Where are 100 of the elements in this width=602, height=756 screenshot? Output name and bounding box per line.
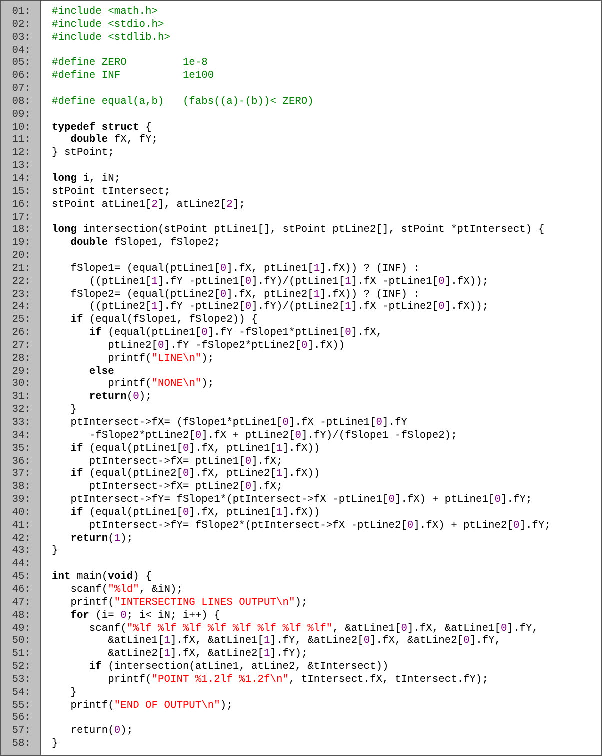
line-number: 30:: [11, 378, 32, 392]
code-line: #include <math.h>: [52, 6, 158, 18]
code-line: fSlope2= (equal(ptLine2[0].fX, ptLine2[1].fX)) ? (INF) :: [70, 288, 420, 301]
line-number: 02:: [11, 18, 32, 32]
line-number: 39:: [11, 494, 32, 507]
code-line: &atLine1[1].fX, &atLine1[1].fY, &atLine2[0].fX, &atLine2[0].fY,: [107, 635, 502, 648]
code-line: return(0);: [70, 725, 134, 738]
code-line: typedef struct {: [52, 122, 152, 134]
line-number: 14:: [11, 172, 32, 186]
code-line: printf("INTERSECTING LINES OUTPUT\n");: [70, 596, 308, 609]
line-number: 47:: [11, 596, 32, 610]
line-number: 17:: [11, 212, 32, 224]
code-line: ptIntersect->fX= ptLine1[0].fX;: [88, 456, 283, 468]
line-number: 10:: [11, 122, 32, 134]
code-line: #define INF 1e100: [52, 70, 214, 82]
code-line: printf("NONE\n");: [107, 378, 214, 390]
code-line: stPoint atLine1[2], atLine2[2];: [52, 198, 246, 211]
line-number: 36:: [11, 456, 32, 468]
line-number: 25:: [11, 314, 32, 328]
code-line: #define ZERO 1e-8: [52, 57, 208, 70]
line-number: 56:: [11, 712, 32, 726]
code-line: return(1);: [70, 532, 134, 545]
line-number: 15:: [11, 186, 32, 199]
line-number: 53:: [11, 674, 32, 687]
code-line: ptIntersect->fX= (fSlope1*ptLine1[0].fX -ptLine1[0].fY: [70, 417, 408, 429]
line-number: 18:: [11, 224, 32, 238]
line-number: 05:: [11, 57, 32, 70]
line-number: 52:: [11, 661, 32, 674]
code-line: printf("POINT %1.2lf %1.2f\n", tIntersect.fX, tIntersect.fY);: [107, 674, 489, 686]
line-number: 38:: [11, 481, 32, 494]
line-number: 51:: [11, 648, 32, 662]
code-line: return(0);: [88, 391, 152, 404]
code-line: ptIntersect->fX= ptLine2[0].fX;: [88, 481, 283, 494]
line-number: 03:: [11, 32, 32, 45]
line-number: 08:: [11, 96, 32, 109]
line-number: 31:: [11, 391, 32, 404]
code-line: #include <stdlib.h>: [52, 32, 170, 44]
code-line: if (equal(fSlope1, fSlope2)) {: [70, 314, 258, 326]
line-number: 29:: [11, 366, 32, 378]
line-number: 19:: [11, 237, 32, 250]
code-line: ptLine2[0].fY -fSlope2*ptLine2[0].fX)): [107, 340, 346, 352]
code-line: }: [70, 404, 77, 416]
line-number: 58:: [11, 738, 32, 751]
line-number: 07:: [11, 83, 32, 96]
code-line: for (i= 0; i< iN; i++) {: [70, 610, 220, 622]
line-number: 55:: [11, 700, 32, 712]
line-number: 28:: [11, 352, 32, 366]
line-number: 44:: [11, 558, 32, 572]
line-number: 32:: [11, 404, 32, 417]
line-number: 34:: [11, 430, 32, 443]
line-number: 46:: [11, 584, 32, 597]
code-line: long intersection(stPoint ptLine1[], stPoint ptLine2[], stPoint *ptIntersect) {: [52, 224, 545, 236]
line-number: 50:: [11, 635, 32, 648]
line-number: 57:: [11, 725, 32, 738]
code-line: scanf("%lf %lf %lf %lf %lf %lf %lf %lf", &atLine1[0].fX, &atLine1[0].fY,: [88, 622, 538, 634]
code-line: if (equal(ptLine2[0].fX, ptLine2[1].fX)): [70, 468, 320, 480]
code-line: printf("END OF OUTPUT\n");: [70, 700, 233, 712]
code-line: }: [52, 738, 58, 750]
code-line: else: [88, 366, 114, 378]
line-number: 33:: [11, 417, 32, 430]
code-line: if (equal(ptLine1[0].fX, ptLine1[1].fX)): [70, 442, 320, 455]
code-line: }: [70, 686, 77, 699]
code-line: stPoint tIntersect;: [52, 186, 170, 198]
code-line: -fSlope2*ptLine2[0].fX + ptLine2[0].fY)/(fSlope1 -fSlope2);: [88, 430, 458, 442]
code-line: double fSlope1, fSlope2;: [70, 237, 220, 250]
code-line: ((ptLine2[1].fY -ptLine2[0].fY)/(ptLine2[1].fX -ptLine2[0].fX));: [88, 301, 489, 314]
line-number: 20:: [11, 250, 32, 263]
code-line: &atLine2[1].fX, &atLine2[1].fY);: [107, 648, 308, 660]
code-line: #define equal(a,b) (fabs((a)-(b))< ZERO): [52, 96, 314, 108]
code-line: ((ptLine1[1].fY -ptLine1[0].fY)/(ptLine1[1].fX -ptLine1[0].fX));: [88, 276, 489, 288]
line-number: 09:: [11, 108, 32, 122]
line-number: 11:: [11, 134, 32, 148]
line-number: 54:: [11, 686, 32, 700]
line-number: 48:: [11, 610, 32, 622]
line-number: 01:: [11, 6, 32, 19]
code-line: }: [52, 545, 58, 558]
line-number: 22:: [11, 276, 32, 289]
line-number: 16:: [11, 198, 32, 212]
line-number: 49:: [11, 622, 32, 636]
line-number: 35:: [11, 442, 32, 456]
line-number: 37:: [11, 468, 32, 482]
line-number: 13:: [11, 160, 32, 173]
line-number: 06:: [11, 70, 32, 84]
code-line: long i, iN;: [52, 172, 121, 185]
code-line: double fX, fY;: [70, 134, 158, 146]
code-line: fSlope1= (equal(ptLine1[0].fX, ptLine1[1].fX)) ? (INF) :: [70, 262, 420, 275]
line-number: 27:: [11, 340, 32, 353]
code-line: printf("LINE\n");: [107, 352, 214, 365]
code-line: if (equal(ptLine1[0].fY -fSlope1*ptLine1[0].fX,: [88, 327, 383, 340]
line-number: 23:: [11, 288, 32, 302]
code-line: } stPoint;: [52, 147, 114, 160]
code-line: ptIntersect->fY= fSlope2*(ptIntersect->fX -ptLine2[0].fX) + ptLine2[0].fY;: [88, 520, 551, 532]
line-number: 04:: [11, 44, 32, 58]
line-number: 45:: [11, 571, 32, 584]
line-number: 43:: [11, 545, 32, 558]
line-number: 24:: [11, 301, 32, 314]
code-line: int main(void) {: [52, 571, 152, 584]
code-line: #include <stdio.h>: [52, 18, 164, 31]
code-line: if (equal(ptLine1[0].fX, ptLine1[1].fX)): [70, 506, 320, 519]
line-number: 12:: [11, 147, 32, 160]
